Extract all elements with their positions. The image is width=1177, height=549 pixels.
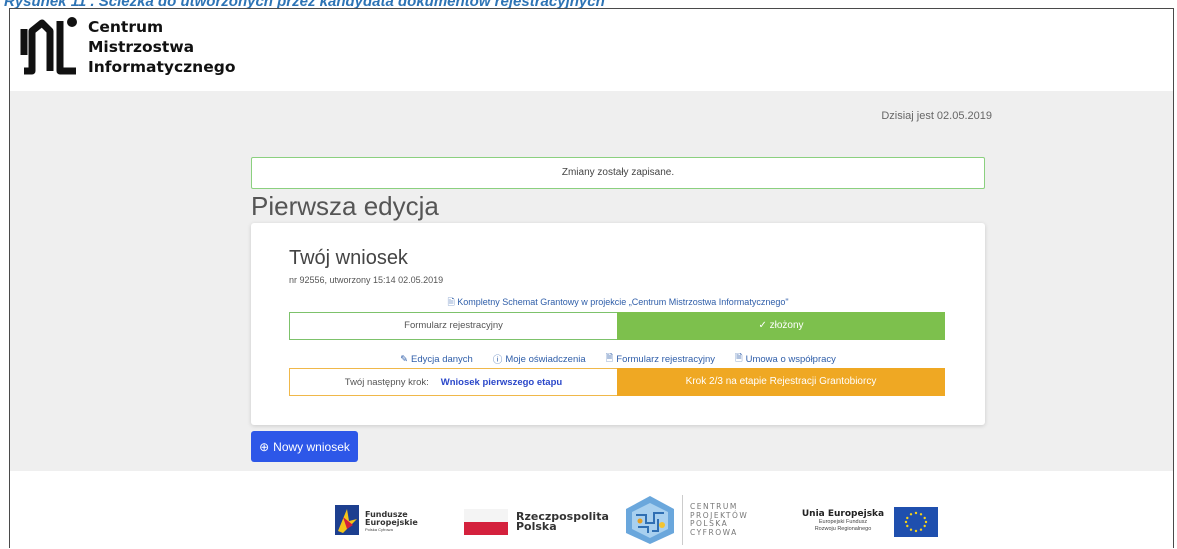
document-icon: 🗎: [447, 297, 455, 307]
cppc-line-4: CYFROWA: [690, 527, 738, 537]
registration-form-label: Formularz rejestracyjny: [616, 353, 715, 365]
edit-data-label: Edycja danych: [411, 353, 473, 365]
logo-text: Centrum Mistrzostwa Informatycznego: [88, 17, 235, 77]
step-status-badge: Krok 2/3 na etapie Rejestracji Grantobio…: [617, 368, 945, 396]
new-application-label: Nowy wniosek: [273, 439, 350, 454]
cmi-logo-icon: [20, 17, 77, 75]
card-title: Twój wniosek: [289, 247, 408, 269]
rp-line-2: Polska: [516, 520, 557, 533]
application-meta: nr 92556, utworzony 15:14 02.05.2019: [289, 275, 444, 285]
new-application-button[interactable]: ⊕ Nowy wniosek: [251, 431, 358, 462]
fe-sub: Polska Cyfrowa: [365, 527, 393, 532]
ue-sub-1: Europejski Fundusz: [818, 519, 868, 525]
application-card: Twój wniosek nr 92556, utworzony 15:14 0…: [251, 223, 985, 425]
next-step-row: Twój następny krok: Wniosek pierwszego e…: [289, 368, 945, 396]
scheme-link[interactable]: 🗎 Kompletny Schemat Grantowy w projekcie…: [251, 295, 985, 311]
next-step-link[interactable]: Wniosek pierwszego etapu: [441, 377, 562, 388]
card-links: ✎ Edycja danych ⓘ Moje oświadczenia 🗎 Fo…: [251, 351, 985, 367]
next-step-label: Twój następny krok:: [344, 376, 429, 388]
plus-circle-icon: ⊕: [259, 439, 270, 454]
pencil-icon: ✎: [400, 353, 409, 365]
form-status-row: Formularz rejestracyjny ✓ złożony: [289, 312, 945, 340]
document-icon: 🗎: [734, 353, 743, 364]
ue-title: Unia Europejska: [801, 509, 885, 519]
cppc-divider: [682, 495, 683, 545]
statements-link[interactable]: ⓘ Moje oświadczenia: [493, 351, 586, 367]
current-date: Dzisiaj jest 02.05.2019: [881, 110, 992, 122]
page-title: Pierwsza edycja: [251, 191, 439, 221]
scheme-link-label: Kompletny Schemat Grantowy w projekcie „…: [457, 297, 789, 307]
form-status-badge: ✓ złożony: [617, 312, 945, 340]
cmi-logo[interactable]: Centrum Mistrzostwa Informatycznego: [20, 15, 250, 85]
polish-flag-icon: [464, 509, 508, 535]
browser-frame: Centrum Mistrzostwa Informatycznego Dzis…: [9, 8, 1174, 548]
agreement-label: Umowa o współpracy: [745, 353, 836, 365]
logo-line-3: Informatycznego: [88, 58, 236, 76]
fe-logo-icon: [335, 505, 359, 535]
statements-label: Moje oświadczenia: [505, 353, 586, 365]
agreement-link[interactable]: 🗎 Umowa o współpracy: [735, 351, 836, 367]
success-alert: Zmiany zostały zapisane.: [251, 157, 985, 189]
logo-line-1: Centrum: [88, 18, 164, 36]
footer-logos: Fundusze Europejskie Polska Cyfrowa Rzec…: [10, 471, 1173, 549]
logo-line-2: Mistrzostwa: [88, 38, 195, 56]
document-icon: 🗎: [605, 353, 614, 364]
next-step-cell: Twój następny krok: Wniosek pierwszego e…: [289, 368, 617, 396]
eu-flag-icon: [894, 507, 938, 537]
form-label: Formularz rejestracyjny: [289, 312, 617, 340]
registration-form-link[interactable]: 🗎 Formularz rejestracyjny: [606, 351, 715, 367]
cppc-maze-icon: [626, 496, 674, 544]
ue-sub-2: Rozwoju Regionalnego: [814, 526, 872, 532]
info-icon: ⓘ: [492, 355, 503, 366]
fe-line-2: Europejskie: [365, 518, 418, 527]
edit-data-link[interactable]: ✎ Edycja danych: [400, 351, 473, 367]
